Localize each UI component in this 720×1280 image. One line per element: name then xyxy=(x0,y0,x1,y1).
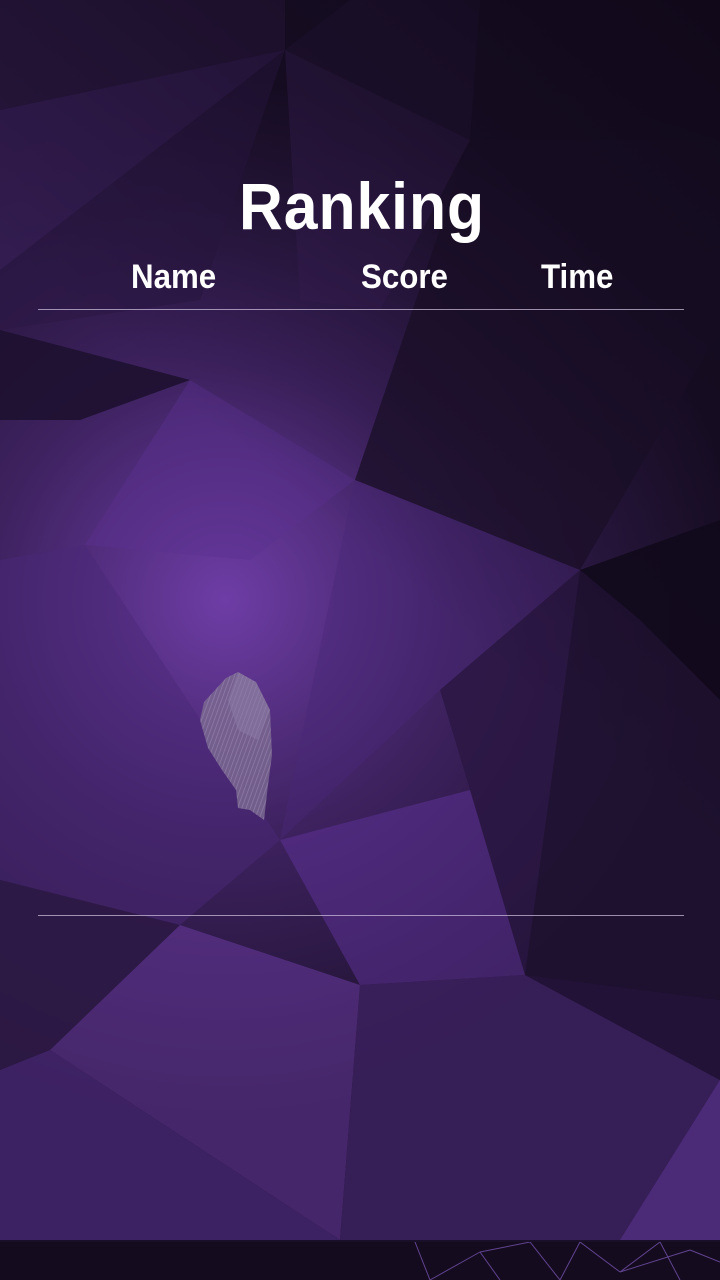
score-column-header: Score xyxy=(361,258,448,296)
name-column-header: Name xyxy=(131,258,217,296)
time-column-header: Time xyxy=(541,258,614,296)
header-divider xyxy=(38,309,684,310)
ranking-screen: Ranking Name Score Time xyxy=(0,0,720,1280)
footer-divider xyxy=(38,915,684,916)
crystal-loading-icon xyxy=(200,672,272,820)
ranking-list[interactable] xyxy=(38,312,684,912)
bottom-bar xyxy=(0,1242,720,1280)
ranking-title: Ranking xyxy=(239,169,485,243)
